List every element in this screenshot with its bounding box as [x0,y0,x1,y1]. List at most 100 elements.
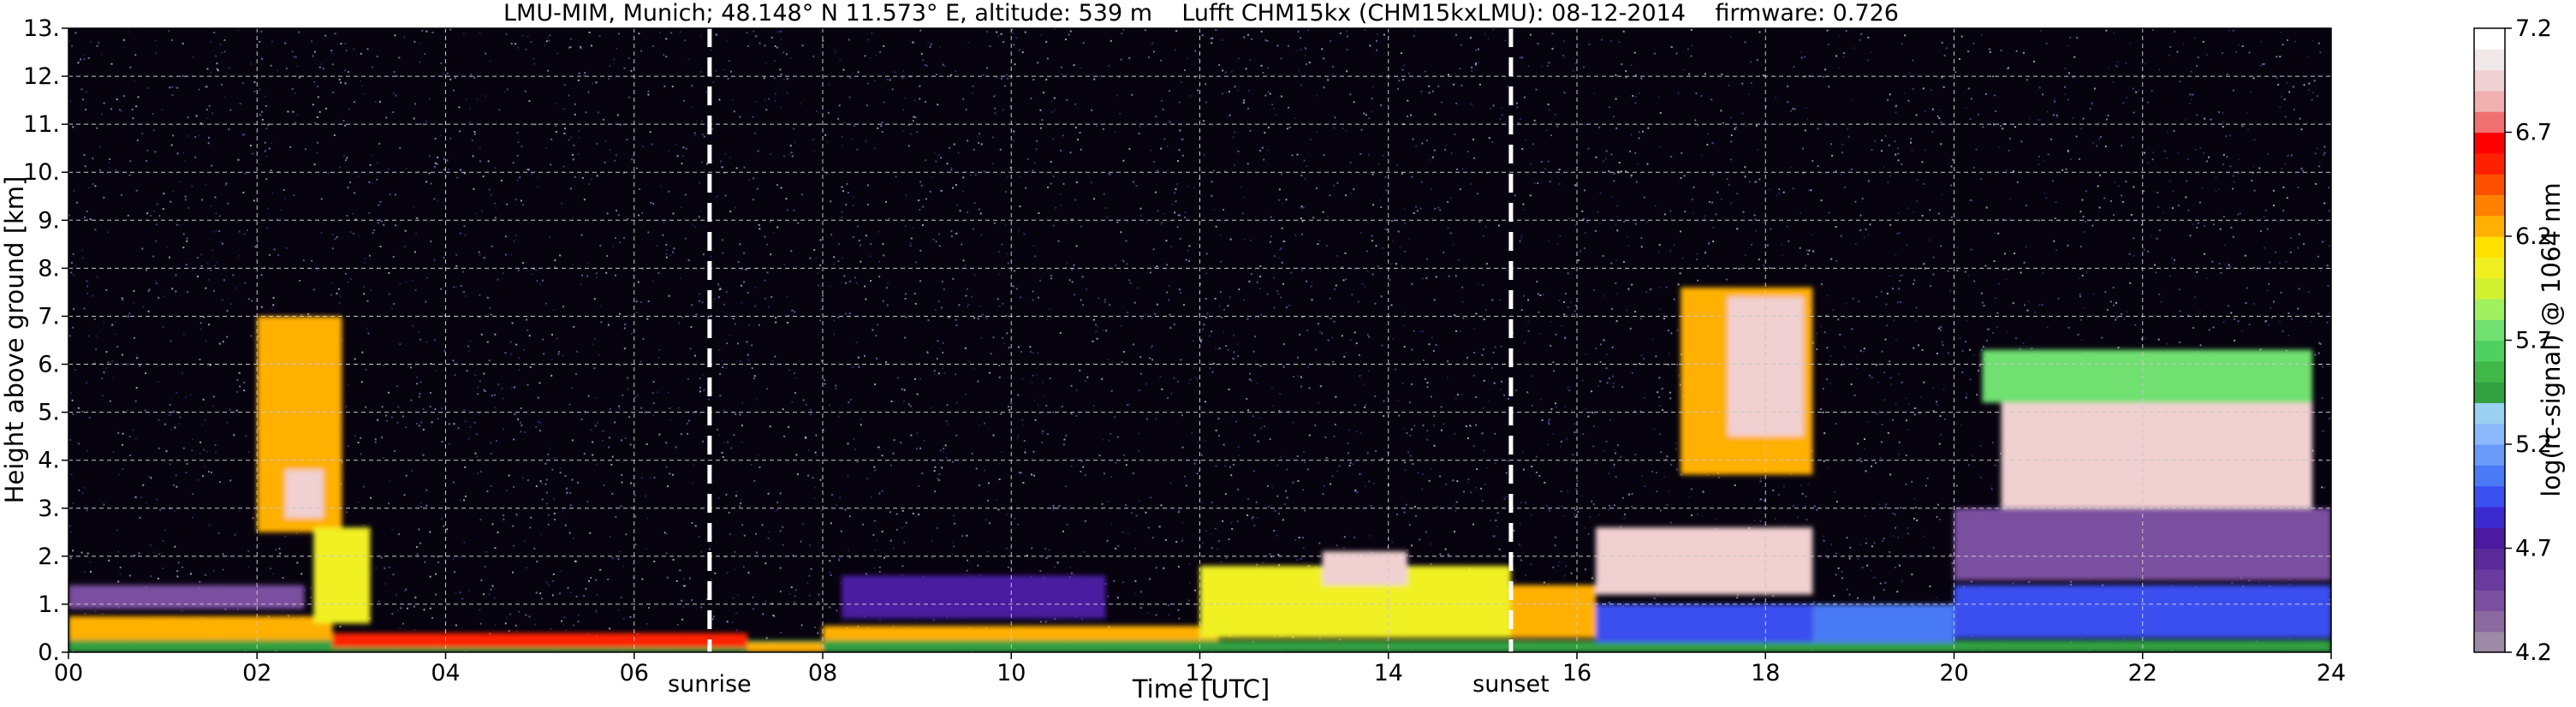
noise-speck [426,276,428,279]
noise-speck [129,160,132,163]
noise-speck [919,377,921,380]
noise-speck [1246,163,1249,165]
noise-speck [1183,217,1186,218]
noise-speck [1045,40,1048,43]
noise-speck [1224,465,1226,467]
noise-speck [1236,89,1239,92]
noise-speck [463,541,466,544]
noise-speck [384,583,386,585]
noise-speck [933,370,936,372]
noise-speck [691,85,693,87]
noise-speck [1031,547,1033,550]
noise-speck [1667,330,1669,332]
noise-speck [72,502,74,504]
noise-speck [1392,337,1395,340]
noise-speck [1363,383,1365,386]
noise-speck [656,245,658,247]
noise-speck [283,197,286,199]
noise-speck [1071,268,1074,270]
noise-speck [632,563,634,566]
noise-speck [2054,98,2056,99]
noise-speck [429,575,431,578]
noise-speck [1901,43,1903,45]
noise-speck [2222,122,2224,124]
noise-speck [596,593,598,596]
noise-speck [971,452,973,454]
noise-speck [1522,203,1525,205]
noise-speck [1897,159,1900,162]
noise-speck [1519,522,1521,525]
noise-speck [770,37,773,39]
noise-speck [2176,50,2179,53]
noise-speck [729,211,732,213]
noise-speck [1630,176,1633,179]
noise-speck [1145,418,1148,420]
noise-speck [1247,409,1249,412]
noise-speck [1883,538,1885,540]
noise-speck [182,447,185,449]
noise-speck [1476,193,1478,195]
noise-speck [1993,123,1995,126]
noise-speck [596,463,598,466]
noise-speck [578,136,580,139]
noise-speck [773,77,776,80]
noise-speck [1895,339,1897,342]
noise-speck [1110,433,1112,435]
noise-speck [851,138,854,140]
noise-speck [104,367,107,370]
noise-speck [1013,44,1015,46]
noise-speck [1054,109,1056,111]
noise-speck [989,371,991,374]
noise-speck [318,110,321,113]
noise-speck [841,217,843,218]
noise-speck [1931,130,1934,133]
noise-speck [735,167,738,169]
noise-speck [168,30,170,33]
noise-speck [1184,475,1186,478]
noise-speck [569,504,572,507]
noise-speck [1905,419,1907,422]
noise-speck [721,451,723,454]
noise-speck [945,456,948,459]
noise-speck [1478,221,1481,223]
noise-speck [2303,84,2305,86]
noise-speck [292,110,294,113]
noise-speck [1574,509,1577,512]
noise-speck [1170,245,1173,247]
noise-speck [1529,194,1532,197]
noise-speck [1883,399,1886,401]
noise-speck [723,303,726,306]
noise-speck [2126,97,2128,99]
noise-speck [213,32,216,33]
noise-speck [1520,309,1523,311]
noise-speck [838,104,841,107]
noise-speck [1144,29,1146,32]
noise-speck [530,516,532,519]
noise-speck [842,190,845,193]
noise-speck [471,140,473,142]
noise-speck [2085,272,2088,275]
noise-speck [261,118,264,121]
noise-speck [1255,501,1258,503]
noise-speck [1188,563,1191,566]
noise-speck [1039,279,1041,282]
noise-speck [554,259,556,262]
noise-speck [881,531,883,533]
noise-speck [1638,92,1640,94]
noise-speck [214,444,217,447]
noise-speck [881,131,883,133]
noise-speck [221,51,223,54]
noise-speck [506,490,508,492]
noise-speck [118,473,121,476]
noise-speck [2055,249,2057,251]
noise-speck [433,258,436,260]
noise-speck [1612,385,1615,388]
noise-speck [538,382,541,384]
noise-speck [1306,280,1308,282]
noise-speck [331,247,334,250]
noise-speck [987,550,990,553]
noise-speck [759,228,761,230]
noise-speck [809,544,812,546]
noise-speck [665,244,668,246]
noise-speck [769,425,771,428]
